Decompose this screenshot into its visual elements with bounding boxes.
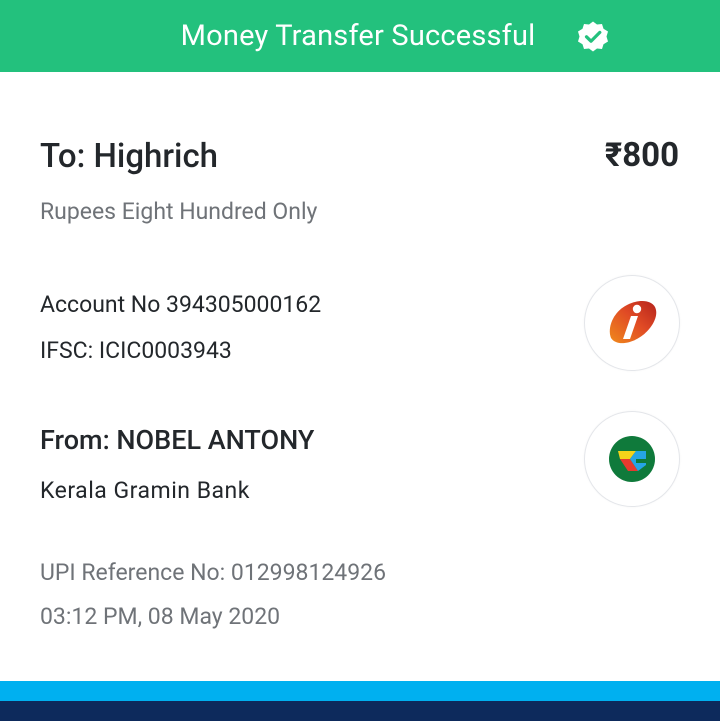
transaction-datetime: 03:12 PM, 08 May 2020: [40, 603, 281, 630]
ifsc-code: IFSC: ICIC0003943: [40, 337, 232, 364]
transfer-amount: ₹800: [604, 136, 679, 175]
recipient-name: To: Highrich: [40, 137, 219, 176]
icici-bank-logo: [584, 275, 680, 371]
account-number: Account No 394305000162: [40, 291, 322, 318]
footer-bar-light: [0, 681, 720, 701]
footer-bar-dark: [0, 701, 720, 721]
header-title: Money Transfer Successful: [180, 19, 536, 53]
kerala-gramin-bank-logo: [584, 411, 680, 507]
kgb-logo-icon: [609, 436, 655, 482]
sender-bank-name: Kerala Gramin Bank: [40, 477, 250, 504]
sender-name: From: NOBEL ANTONY: [40, 424, 315, 456]
success-header: Money Transfer Successful: [0, 0, 720, 72]
verified-badge-icon: [578, 21, 608, 52]
icici-logo-icon: [609, 301, 657, 344]
amount-in-words: Rupees Eight Hundred Only: [40, 198, 318, 225]
upi-reference: UPI Reference No: 012998124926: [40, 559, 387, 586]
